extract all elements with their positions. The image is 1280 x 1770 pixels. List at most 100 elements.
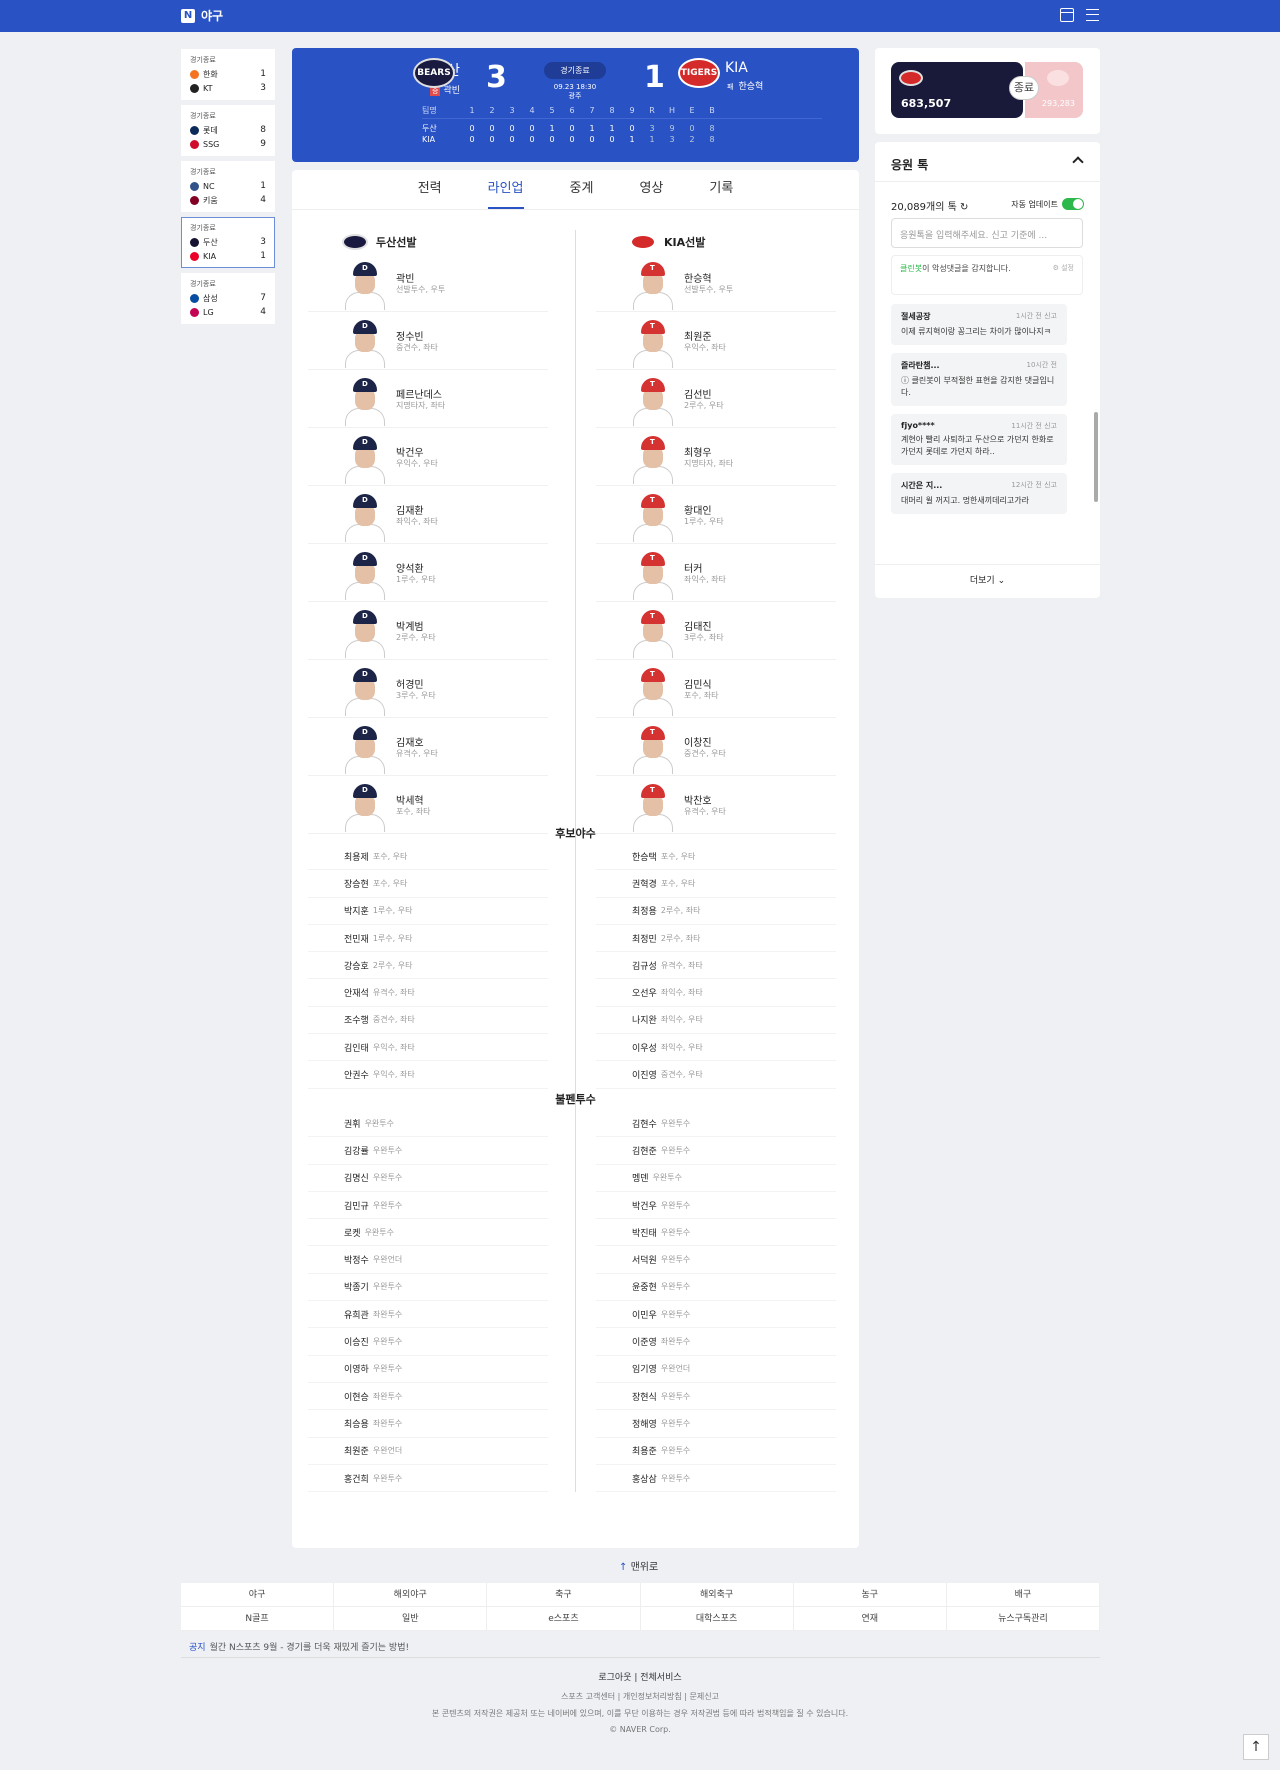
footer-policy-links[interactable]: 스포츠 고객센터 | 개인정보처리방침 | 문제신고: [0, 1691, 1280, 1702]
sub-player-name[interactable]: 조수행: [344, 1013, 369, 1026]
sub-player-name[interactable]: 서덕원: [632, 1253, 657, 1266]
game-card[interactable]: 경기종료 두산 3 KIA 1: [181, 217, 275, 268]
footer-link[interactable]: 일반: [334, 1607, 488, 1631]
back-to-top-button[interactable]: ↑: [1243, 1734, 1269, 1760]
sub-player-name[interactable]: 나지완: [632, 1013, 657, 1026]
player-name[interactable]: 김재환: [396, 502, 424, 517]
notice-text[interactable]: 월간 N스포츠 9월 - 경기를 더욱 재밌게 즐기는 방법!: [210, 1643, 410, 1653]
sub-player-row[interactable]: 김명신 우완투수: [308, 1165, 548, 1192]
more-button[interactable]: 더보기 ⌄: [875, 564, 1100, 598]
sub-player-name[interactable]: 장승현: [344, 877, 369, 890]
player-row[interactable]: 김태진3루수, 좌타: [596, 602, 836, 660]
player-name[interactable]: 정수빈: [396, 328, 424, 343]
sub-player-name[interactable]: 최승용: [344, 1417, 369, 1430]
sub-player-row[interactable]: 멩덴 우완투수: [596, 1165, 836, 1192]
player-row[interactable]: 페르난데스지명타자, 좌타: [308, 370, 548, 428]
player-row[interactable]: 김재호유격수, 우타: [308, 718, 548, 776]
sub-player-name[interactable]: 이우성: [632, 1041, 657, 1054]
sub-player-name[interactable]: 김현준: [632, 1144, 657, 1157]
away-pitcher[interactable]: 곽빈: [443, 86, 460, 96]
player-name[interactable]: 최형우: [684, 444, 712, 459]
away-vote-bar[interactable]: 683,507: [891, 62, 1023, 118]
service-title[interactable]: 야구: [201, 7, 223, 24]
sub-player-name[interactable]: 이승진: [344, 1335, 369, 1348]
sub-player-row[interactable]: 최정용 2루수, 좌타: [596, 898, 836, 925]
sub-player-row[interactable]: 박지훈 1루수, 우타: [308, 898, 548, 925]
player-row[interactable]: 박계범2루수, 우타: [308, 602, 548, 660]
sub-player-name[interactable]: 최정용: [632, 904, 657, 917]
tab-item[interactable]: 영상: [639, 170, 663, 209]
sub-player-name[interactable]: 박정수: [344, 1253, 369, 1266]
sub-player-name[interactable]: 로켓: [344, 1226, 361, 1239]
sub-player-row[interactable]: 장승현 포수, 우타: [308, 870, 548, 898]
sub-player-name[interactable]: 이영하: [344, 1362, 369, 1375]
clean-bot-settings[interactable]: ⚙ 설정: [1053, 262, 1074, 275]
sub-player-name[interactable]: 김인태: [344, 1041, 369, 1054]
player-name[interactable]: 김재호: [396, 734, 424, 749]
sub-player-row[interactable]: 박종기 우완투수: [308, 1274, 548, 1302]
player-row[interactable]: 박건우우익수, 우타: [308, 428, 548, 486]
player-name[interactable]: 박건우: [396, 444, 424, 459]
sub-player-row[interactable]: 정해영 우완투수: [596, 1410, 836, 1438]
sub-player-name[interactable]: 김명신: [344, 1171, 369, 1184]
sub-player-row[interactable]: 안권수 우익수, 좌타: [308, 1061, 548, 1089]
sub-player-row[interactable]: 이승진 우완투수: [308, 1328, 548, 1356]
sub-player-name[interactable]: 윤중현: [632, 1280, 657, 1293]
sub-player-name[interactable]: 김현수: [632, 1117, 657, 1130]
game-card[interactable]: 경기종료 한화 1 KT 3: [181, 49, 275, 100]
comment-scrollbar[interactable]: [1094, 412, 1098, 502]
sub-player-row[interactable]: 김인태 우익수, 좌타: [308, 1034, 548, 1062]
player-name[interactable]: 박세혁: [396, 792, 424, 807]
sub-player-row[interactable]: 최정민 2루수, 좌타: [596, 925, 836, 953]
player-row[interactable]: 황대인1루수, 우타: [596, 486, 836, 544]
sub-player-name[interactable]: 이현승: [344, 1390, 369, 1403]
report-link[interactable]: 신고: [1044, 422, 1057, 430]
sub-player-name[interactable]: 안권수: [344, 1068, 369, 1081]
footer-link[interactable]: 대학스포츠: [640, 1607, 794, 1631]
report-link[interactable]: 신고: [1044, 312, 1057, 320]
footer-link[interactable]: 배구: [946, 1583, 1100, 1607]
footer-login-links[interactable]: 로그아웃 | 전체서비스: [0, 1670, 1280, 1683]
sub-player-name[interactable]: 최원준: [344, 1444, 369, 1457]
report-link[interactable]: 신고: [1044, 481, 1057, 489]
sub-player-row[interactable]: 이현승 좌완투수: [308, 1383, 548, 1411]
footer-link[interactable]: 뉴스구독관리: [946, 1607, 1100, 1631]
player-row[interactable]: 곽빈선발투수, 우투: [308, 254, 548, 312]
sub-player-row[interactable]: 권혁경 포수, 우타: [596, 870, 836, 898]
sub-player-name[interactable]: 정해영: [632, 1417, 657, 1430]
sub-player-name[interactable]: 최정민: [632, 932, 657, 945]
sub-player-row[interactable]: 이진영 중견수, 우타: [596, 1061, 836, 1089]
sub-player-row[interactable]: 권휘 우완투수: [308, 1110, 548, 1138]
to-top-link[interactable]: ↑ 맨위로: [619, 1558, 658, 1573]
sub-player-row[interactable]: 안재석 유격수, 좌타: [308, 979, 548, 1007]
refresh-icon[interactable]: ↻: [960, 202, 968, 213]
sub-player-name[interactable]: 이준영: [632, 1335, 657, 1348]
sub-player-name[interactable]: 유희관: [344, 1308, 369, 1321]
player-row[interactable]: 김선빈2루수, 우타: [596, 370, 836, 428]
sub-player-row[interactable]: 최원준 우완언더: [308, 1438, 548, 1465]
sub-player-name[interactable]: 임기영: [632, 1362, 657, 1375]
sub-player-row[interactable]: 최용제 포수, 우타: [308, 843, 548, 871]
sub-player-row[interactable]: 김현준 우완투수: [596, 1137, 836, 1165]
menu-icon[interactable]: [1086, 9, 1099, 21]
sub-player-name[interactable]: 홍상삼: [632, 1472, 657, 1485]
sub-player-row[interactable]: 윤중현 우완투수: [596, 1274, 836, 1302]
sub-player-row[interactable]: 박정수 우완언더: [308, 1246, 548, 1274]
sub-player-name[interactable]: 최용제: [344, 850, 369, 863]
player-name[interactable]: 페르난데스: [396, 386, 442, 401]
sub-player-name[interactable]: 전민재: [344, 932, 369, 945]
player-row[interactable]: 정수빈중견수, 좌타: [308, 312, 548, 370]
player-row[interactable]: 허경민3루수, 우타: [308, 660, 548, 718]
footer-link[interactable]: 야구: [181, 1583, 335, 1607]
sub-player-row[interactable]: 이영하 우완투수: [308, 1356, 548, 1383]
sub-player-row[interactable]: 조수행 중견수, 좌타: [308, 1007, 548, 1035]
talk-input[interactable]: 응원톡을 입력해주세요. 신고 기준에 ...: [891, 218, 1083, 248]
player-row[interactable]: 양석환1루수, 우타: [308, 544, 548, 602]
game-card[interactable]: 경기종료 롯데 8 SSG 9: [181, 105, 275, 156]
sub-player-row[interactable]: 오선우 좌익수, 좌타: [596, 979, 836, 1007]
tab-item[interactable]: 기록: [709, 170, 733, 209]
sub-player-name[interactable]: 권혁경: [632, 877, 657, 890]
player-row[interactable]: 최원준우익수, 좌타: [596, 312, 836, 370]
sub-player-row[interactable]: 홍건희 우완투수: [308, 1465, 548, 1493]
sub-player-name[interactable]: 장현식: [632, 1390, 657, 1403]
